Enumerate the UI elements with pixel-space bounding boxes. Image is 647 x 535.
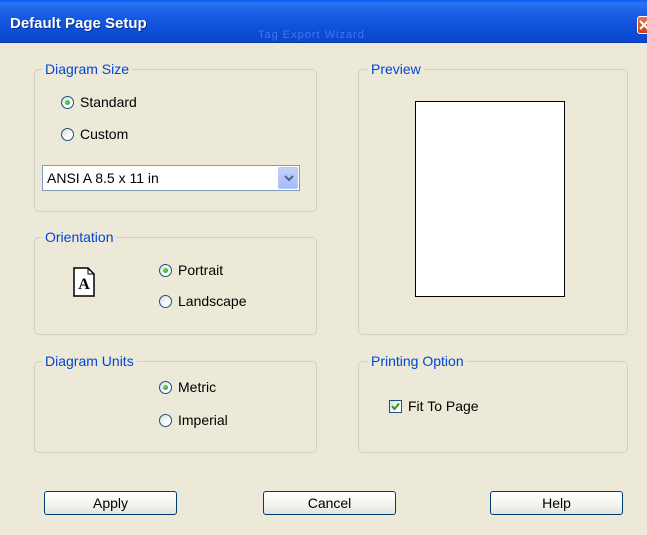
standard-radio-button[interactable]	[61, 95, 74, 109]
close-button[interactable]	[637, 16, 647, 34]
fit-to-page-option[interactable]: Fit To Page	[389, 398, 479, 414]
diagram-size-group-label: Diagram Size	[42, 61, 133, 77]
paper-size-dropdown-button[interactable]	[278, 167, 298, 189]
portrait-icon-letter: A	[78, 276, 90, 293]
page-setup-dialog: Default Page Setup Tag Export Wizard Dia…	[0, 0, 647, 535]
portrait-radio-button[interactable]	[159, 263, 172, 277]
checkmark-icon	[391, 402, 400, 411]
paper-size-value: ANSI A 8.5 x 11 in	[47, 170, 159, 186]
metric-radio[interactable]: Metric	[159, 379, 216, 395]
orientation-group-label: Orientation	[42, 229, 117, 245]
paper-size-select[interactable]: ANSI A 8.5 x 11 in	[42, 165, 300, 191]
apply-button[interactable]: Apply	[44, 491, 177, 515]
metric-radio-button[interactable]	[159, 380, 172, 394]
help-button[interactable]: Help	[490, 491, 623, 515]
custom-radio-label: Custom	[80, 126, 129, 142]
custom-radio[interactable]: Custom	[61, 126, 128, 142]
imperial-radio-label: Imperial	[178, 412, 228, 428]
printing-option-group-label: Printing Option	[368, 353, 467, 369]
close-x-icon	[639, 20, 647, 30]
standard-radio[interactable]: Standard	[61, 94, 137, 110]
landscape-radio-button[interactable]	[159, 294, 172, 308]
preview-page	[415, 101, 565, 297]
title-bar[interactable]: Default Page Setup Tag Export Wizard	[0, 0, 647, 43]
custom-radio-button[interactable]	[61, 127, 74, 141]
window-title: Default Page Setup	[10, 15, 147, 32]
standard-radio-label: Standard	[80, 94, 137, 110]
fit-to-page-label: Fit To Page	[408, 398, 479, 414]
imperial-radio[interactable]: Imperial	[159, 412, 228, 428]
landscape-radio-label: Landscape	[178, 293, 247, 309]
fit-to-page-checkbox[interactable]	[389, 399, 402, 413]
preview-group-label: Preview	[368, 61, 424, 77]
portrait-page-icon: A	[73, 267, 95, 297]
imperial-radio-button[interactable]	[159, 413, 172, 427]
portrait-radio[interactable]: Portrait	[159, 262, 223, 278]
cancel-button[interactable]: Cancel	[263, 491, 396, 515]
diagram-units-group: Diagram Units	[34, 353, 317, 453]
portrait-radio-label: Portrait	[178, 262, 224, 278]
background-window-title: Tag Export Wizard	[258, 29, 365, 41]
diagram-units-group-label: Diagram Units	[42, 353, 137, 369]
chevron-down-icon	[284, 175, 294, 182]
landscape-radio[interactable]: Landscape	[159, 293, 247, 309]
metric-radio-label: Metric	[178, 379, 217, 395]
